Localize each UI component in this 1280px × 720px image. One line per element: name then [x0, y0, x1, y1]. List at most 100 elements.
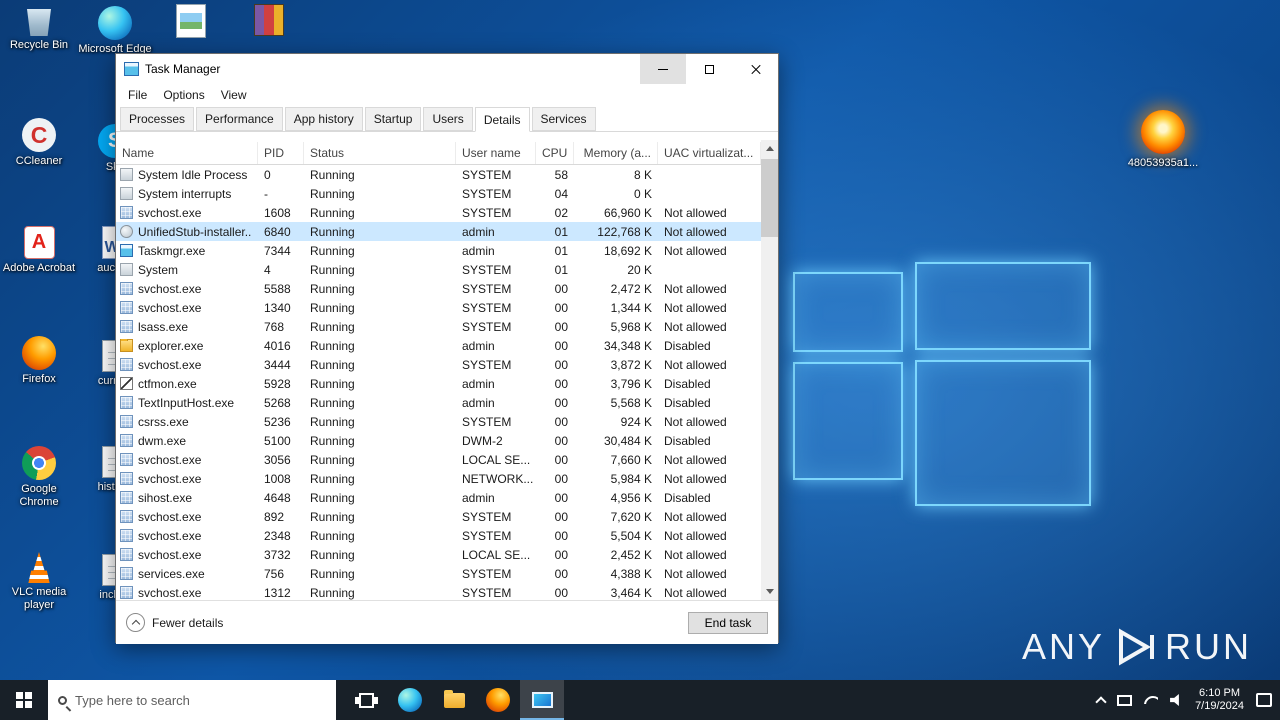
process-row-textinputhost-exe[interactable]: TextInputHost.exe 5268 Running admin 00 5,568…	[116, 393, 778, 412]
desktop-icon-ccleaner[interactable]: C CCleaner	[2, 118, 76, 168]
taskbar-edge[interactable]	[388, 680, 432, 720]
desktop-icon-microsoft-edge[interactable]: Microsoft Edge	[78, 6, 152, 56]
desktop-icon-adobe-acrobat[interactable]: A Adobe Acrobat	[2, 226, 76, 275]
column-header-status[interactable]: Status	[304, 142, 456, 164]
tab-performance[interactable]: Performance	[196, 107, 283, 131]
process-row-svchost-exe[interactable]: svchost.exe 2348 Running SYSTEM 00 5,504 K Not…	[116, 526, 778, 545]
taskbar-task-manager[interactable]	[520, 680, 564, 720]
cell-user: SYSTEM	[462, 281, 512, 296]
column-header-pid[interactable]: PID	[258, 142, 304, 164]
scroll-up-arrow[interactable]	[761, 140, 778, 157]
volume-icon[interactable]	[1170, 694, 1179, 706]
process-row-svchost-exe[interactable]: svchost.exe 3056 Running LOCAL SE... 00 7,660…	[116, 450, 778, 469]
column-header-cpu[interactable]: CPU	[536, 142, 574, 164]
cell-cpu: 00	[554, 585, 568, 600]
cell-memory: 3,464 K	[610, 585, 652, 600]
taskbar-task-view[interactable]	[344, 680, 388, 720]
vertical-scrollbar[interactable]	[761, 140, 778, 600]
chrome-icon	[22, 446, 56, 480]
show-hidden-icons-icon[interactable]	[1095, 695, 1107, 708]
cell-uac: Not allowed	[664, 566, 727, 581]
action-center-icon[interactable]	[1256, 693, 1272, 707]
end-task-button[interactable]: End task	[688, 611, 768, 634]
installer-process-icon	[120, 225, 133, 238]
title-bar[interactable]: Task Manager	[116, 54, 778, 84]
cell-user: SYSTEM	[462, 262, 512, 277]
desktop-icon-vlc-media-player[interactable]: VLC media player	[2, 552, 76, 612]
close-button[interactable]	[732, 54, 778, 84]
fewer-details-button[interactable]: Fewer details	[126, 613, 223, 632]
start-button[interactable]	[0, 680, 48, 720]
taskbar-firefox[interactable]	[476, 680, 520, 720]
fewer-details-label: Fewer details	[152, 615, 224, 630]
process-row-ctfmon-exe[interactable]: ctfmon.exe 5928 Running admin 00 3,796 K Disab…	[116, 374, 778, 393]
process-row-svchost-exe[interactable]: svchost.exe 1008 Running NETWORK... 00 5,984 …	[116, 469, 778, 488]
process-row-svchost-exe[interactable]: svchost.exe 5588 Running SYSTEM 00 2,472 K Not…	[116, 279, 778, 298]
cell-uac: Not allowed	[664, 585, 727, 600]
tab-processes[interactable]: Processes	[120, 107, 195, 131]
process-row-svchost-exe[interactable]: svchost.exe 3732 Running LOCAL SE... 00 2,452…	[116, 545, 778, 564]
cell-uac: Not allowed	[664, 452, 727, 467]
process-row-csrss-exe[interactable]: csrss.exe 5236 Running SYSTEM 00 924 K Not all…	[116, 412, 778, 431]
process-row-system-interrupts[interactable]: System interrupts - Running SYSTEM 04 0 K	[116, 184, 778, 203]
process-row-services-exe[interactable]: services.exe 756 Running SYSTEM 00 4,388 K Not…	[116, 564, 778, 583]
process-name-cell: svchost.exe	[116, 548, 258, 562]
cell-user: SYSTEM	[462, 300, 512, 315]
column-header-memory-a[interactable]: Memory (a...	[574, 142, 658, 164]
process-row-sihost-exe[interactable]: sihost.exe 4648 Running admin 00 4,956 K Disab…	[116, 488, 778, 507]
process-row-svchost-exe[interactable]: svchost.exe 1312 Running SYSTEM 00 3,464 K Not…	[116, 583, 778, 600]
search-input[interactable]	[75, 692, 305, 708]
cell-status: Running	[310, 300, 355, 315]
taskbar-search[interactable]	[48, 680, 336, 720]
scroll-thumb[interactable]	[761, 159, 778, 237]
menu-options[interactable]: Options	[155, 85, 212, 105]
process-row-explorer-exe[interactable]: explorer.exe 4016 Running admin 00 34,348 K Di…	[116, 336, 778, 355]
process-row-dwm-exe[interactable]: dwm.exe 5100 Running DWM-2 00 30,484 K Disable…	[116, 431, 778, 450]
process-name-cell: ctfmon.exe	[116, 377, 258, 391]
wifi-icon[interactable]	[1144, 696, 1159, 704]
cell-pid: 5588	[264, 281, 291, 296]
process-row-lsass-exe[interactable]: lsass.exe 768 Running SYSTEM 00 5,968 K Not al…	[116, 317, 778, 336]
cell-pid: 4648	[264, 490, 291, 505]
process-row-svchost-exe[interactable]: svchost.exe 1340 Running SYSTEM 00 1,344 K Not…	[116, 298, 778, 317]
column-header-name[interactable]: Name	[116, 142, 258, 164]
process-row-svchost-exe[interactable]: svchost.exe 3444 Running SYSTEM 00 3,872 K Not…	[116, 355, 778, 374]
cell-memory: 20 K	[627, 262, 652, 277]
tab-services[interactable]: Services	[531, 107, 596, 131]
desktop-icon-recycle-bin[interactable]: Recycle Bin	[2, 6, 76, 52]
process-row-unifiedstub-installer[interactable]: UnifiedStub-installer... 6840 Running admin…	[116, 222, 778, 241]
minimize-button[interactable]	[640, 54, 686, 84]
column-header-user-name[interactable]: User name	[456, 142, 536, 164]
desktop-icon-image-file[interactable]	[154, 4, 228, 41]
taskbar-file-explorer[interactable]	[432, 680, 476, 720]
desktop-icon-firefox[interactable]: Firefox	[2, 336, 76, 386]
menu-file[interactable]: File	[120, 85, 155, 105]
column-header-uac-virtualizat[interactable]: UAC virtualizat...	[658, 142, 761, 164]
process-row-taskmgr-exe[interactable]: Taskmgr.exe 7344 Running admin 01 18,692 K Not…	[116, 241, 778, 260]
process-row-svchost-exe[interactable]: svchost.exe 1608 Running SYSTEM 02 66,960 K No…	[116, 203, 778, 222]
file-explorer-icon	[443, 689, 465, 708]
scroll-down-arrow[interactable]	[761, 583, 778, 600]
desktop-icon-google-chrome[interactable]: Google Chrome	[2, 446, 76, 509]
desktop-icon-sample-file[interactable]: 48053935a1...	[1126, 110, 1200, 170]
pen-process-icon	[120, 377, 133, 390]
image-file-icon	[176, 4, 206, 38]
sys-process-icon	[120, 187, 133, 200]
cell-user: LOCAL SE...	[462, 452, 531, 467]
cell-cpu: 02	[554, 205, 568, 220]
maximize-button[interactable]	[686, 54, 732, 84]
menu-view[interactable]: View	[213, 85, 255, 105]
process-row-system[interactable]: System 4 Running SYSTEM 01 20 K	[116, 260, 778, 279]
desktop-icon-winrar[interactable]	[232, 4, 306, 39]
process-row-svchost-exe[interactable]: svchost.exe 892 Running SYSTEM 00 7,620 K Not …	[116, 507, 778, 526]
taskbar-clock[interactable]: 6:10 PM 7/19/2024	[1195, 687, 1244, 713]
tab-startup[interactable]: Startup	[364, 107, 422, 131]
tab-details[interactable]: Details	[474, 107, 530, 132]
network-icon[interactable]	[1117, 694, 1133, 706]
cell-status: Running	[310, 186, 355, 201]
winrar-icon	[254, 4, 284, 36]
tab-users[interactable]: Users	[423, 107, 473, 131]
process-row-system-idle-process[interactable]: System Idle Process 0 Running SYSTEM 58 8 K	[116, 165, 778, 184]
cell-memory: 2,472 K	[610, 281, 652, 296]
tab-app-history[interactable]: App history	[284, 107, 363, 131]
